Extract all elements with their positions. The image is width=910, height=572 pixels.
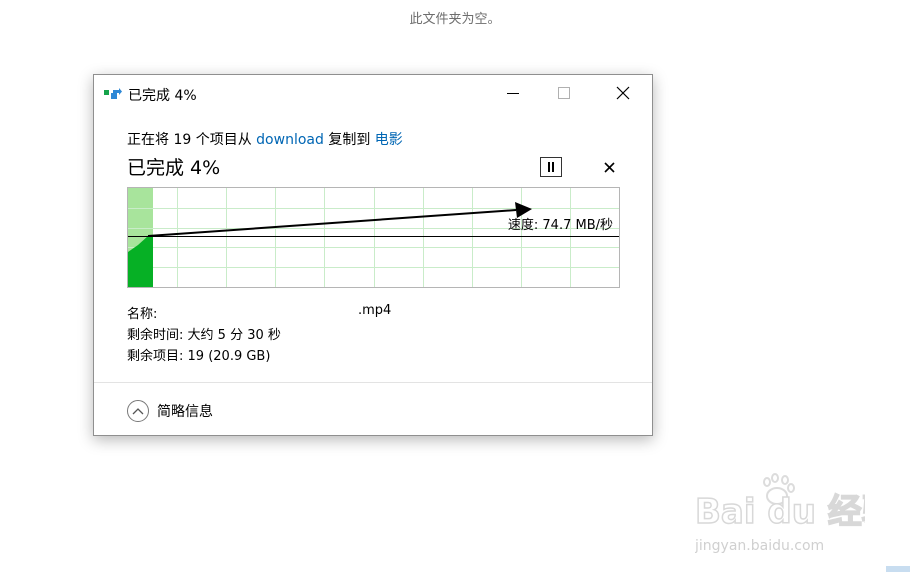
source-folder-link[interactable]: download [256,132,324,148]
fewer-details-toggle[interactable]: 简略信息 [127,399,213,423]
file-name-label: 名称: [127,307,158,322]
close-icon [616,86,630,100]
speed-graph-svg [128,188,619,287]
status-middle: 复制到 [328,132,371,148]
close-button[interactable] [600,75,646,111]
file-name-row: 名称: .mp4 [127,303,391,322]
items-remaining-row: 剩余项目: 19 (20.9 GB) [127,345,270,364]
speed-arrow [147,209,517,237]
speed-graph: 速度: 74.7 MB/秒 [127,187,620,288]
minimize-icon [507,87,519,99]
baidu-logo: Bai du 经验 jingyan.baidu.com [694,473,896,554]
time-remaining-label: 剩余时间: [127,328,184,343]
percent-complete: 已完成 4% [127,157,221,179]
minimize-button[interactable] [490,75,536,111]
cancel-icon [603,158,615,177]
baidu-watermark: Bai du 经验 jingyan.baidu.com [694,468,896,562]
pause-button[interactable] [540,157,562,177]
copy-icon [104,87,122,103]
watermark-brand: Bai du 经验 [695,492,865,532]
maximize-icon [558,87,570,99]
status-prefix: 正在将 19 个项目从 [127,132,252,148]
watermark-url: jingyan.baidu.com [695,538,824,554]
speed-label: 速度: 74.7 MB/秒 [507,218,613,233]
fewer-details-label: 简略信息 [157,404,213,420]
chevron-up-icon [127,400,149,422]
destination-folder-link[interactable]: 电影 [375,132,403,148]
copy-progress-dialog: 已完成 4% 正在将 19 个项目从 download 复制到 电影 已完成 4… [93,74,653,436]
file-name-value: .mp4 [358,303,392,318]
window-title: 已完成 4% [128,88,197,104]
pause-icon [546,158,556,177]
corner-highlight [886,566,910,572]
divider [94,382,652,383]
time-remaining-row: 剩余时间: 大约 5 分 30 秒 [127,324,281,343]
title-bar[interactable]: 已完成 4% [94,75,652,113]
time-remaining-value: 大约 5 分 30 秒 [187,328,281,343]
items-remaining-value: 19 (20.9 GB) [187,349,271,364]
copy-status: 正在将 19 个项目从 download 复制到 电影 [127,129,403,149]
empty-folder-message: 此文件夹为空。 [409,12,501,27]
items-remaining-label: 剩余项目: [127,349,184,364]
maximize-button[interactable] [541,75,587,111]
cancel-button[interactable] [600,157,618,177]
